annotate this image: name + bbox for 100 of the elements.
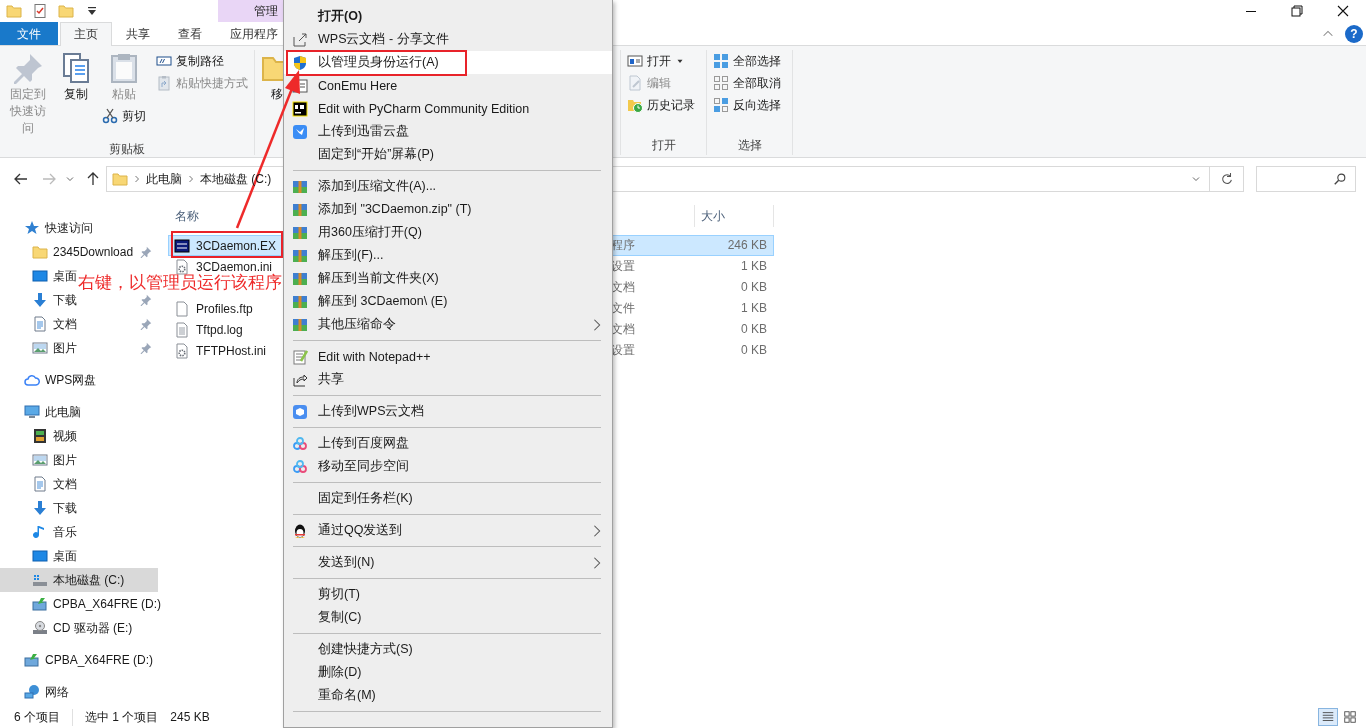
file-name[interactable]: 3CDaemon.ini — [196, 259, 273, 274]
menu-item[interactable]: 固定到任务栏(K) — [284, 487, 612, 510]
select-all-icon — [713, 53, 729, 69]
download-icon — [32, 292, 48, 308]
nav-item[interactable]: 图片 — [0, 448, 79, 472]
nav-item[interactable]: CD 驱动器 (E:) — [0, 616, 135, 640]
nav-item[interactable]: 此电脑 — [0, 400, 83, 424]
settings-file-icon — [174, 342, 190, 359]
menu-item[interactable]: Edit with Notepad++ — [284, 345, 612, 368]
menu-item[interactable]: 通过QQ发送到 — [284, 519, 612, 542]
file-type: 文档 — [610, 321, 636, 338]
nav-item[interactable]: 下载 — [0, 496, 79, 520]
ribbon-button[interactable]: 历史记录 — [625, 94, 697, 116]
file-icon — [174, 300, 190, 317]
file-name[interactable]: TFTPHost.ini — [196, 343, 266, 358]
ribbon-tab[interactable]: 主页 — [60, 22, 112, 46]
nav-item[interactable]: 文档 — [0, 472, 79, 496]
refresh-button[interactable] — [1210, 166, 1244, 192]
ribbon-button[interactable]: 剪切 — [100, 105, 148, 127]
nav-item[interactable]: CPBA_X64FRE (D:) — [0, 592, 164, 616]
ribbon-tab[interactable]: 共享 — [112, 22, 164, 45]
archive-icon — [292, 293, 308, 310]
ribbon-button[interactable]: 全部选择 — [711, 50, 783, 72]
menu-item[interactable]: 固定到“开始”屏幕(P) — [284, 143, 612, 166]
nav-item[interactable]: WPS网盘 — [0, 368, 99, 392]
select-none-icon — [713, 75, 729, 91]
menu-item[interactable]: Edit with PyCharm Community Edition — [284, 97, 612, 120]
pin-icon — [12, 52, 44, 84]
file-name[interactable]: Profiles.ftp — [196, 301, 253, 316]
close-icon — [1335, 3, 1351, 19]
nav-item[interactable]: 文档 — [0, 312, 158, 336]
menu-item[interactable]: 上传到WPS云文档 — [284, 400, 612, 423]
ribbon-button[interactable]: 复制路径 — [154, 50, 250, 72]
nav-item[interactable]: 快速访问 — [0, 216, 95, 240]
penguin-icon — [292, 522, 308, 539]
scissors-icon — [102, 108, 118, 124]
menu-item[interactable]: 其他压缩命令 — [284, 313, 612, 336]
menu-item[interactable]: 解压到 3CDaemon\ (E) — [284, 290, 612, 313]
folder-icon — [58, 3, 74, 19]
nav-item[interactable]: 视频 — [0, 424, 79, 448]
ribbon-button[interactable]: 反向选择 — [711, 94, 783, 116]
image-icon — [32, 340, 48, 356]
archive-icon — [292, 247, 308, 264]
menu-item[interactable]: 上传到迅雷云盘 — [284, 120, 612, 143]
ribbon-button[interactable]: 打开 — [625, 50, 697, 72]
file-size: 0 KB — [740, 321, 768, 338]
notepad-icon — [292, 348, 308, 365]
shortcut-icon — [156, 75, 172, 91]
view-button[interactable] — [1318, 708, 1338, 726]
file-size: 1 KB — [740, 300, 768, 317]
menu-item[interactable]: 重命名(M) — [284, 684, 612, 707]
menu-item[interactable]: 复制(C) — [284, 606, 612, 629]
rings-icon — [292, 458, 308, 475]
nav-item[interactable]: 桌面 — [0, 264, 79, 288]
nav-item[interactable]: 网络 — [0, 680, 71, 704]
details-view-icon — [1321, 710, 1335, 724]
drive-icon — [24, 652, 40, 668]
menu-item[interactable]: 以管理员身份运行(A) — [284, 51, 612, 74]
document-icon — [32, 316, 48, 332]
nav-item[interactable]: 2345Download — [0, 240, 158, 264]
column-header[interactable]: 大小 — [694, 205, 774, 227]
text-file-icon — [174, 321, 190, 338]
archive-icon — [292, 178, 308, 195]
nav-item[interactable]: 图片 — [0, 336, 158, 360]
archive-icon — [292, 201, 308, 218]
cube-icon — [292, 403, 308, 420]
annotation-text: 右键，以管理员运行该程序 — [78, 274, 282, 291]
menu-item[interactable]: 上传到百度网盘 — [284, 432, 612, 455]
breadcrumb[interactable]: 此电脑 — [146, 170, 182, 188]
file-type: 文件 — [610, 300, 636, 317]
nav-item[interactable]: 桌面 — [0, 544, 79, 568]
help-button[interactable]: ? — [1345, 24, 1363, 43]
file-name[interactable]: Tftpd.log — [196, 322, 243, 337]
menu-item[interactable]: 创建快捷方式(S) — [284, 638, 612, 661]
menu-item[interactable]: 解压到(F)... — [284, 244, 612, 267]
nav-item[interactable]: 音乐 — [0, 520, 79, 544]
menu-item[interactable]: 共享 — [284, 368, 612, 391]
ribbon-tab[interactable]: 文件 — [0, 22, 58, 45]
drive-icon — [32, 596, 48, 612]
nav-item[interactable]: 本地磁盘 (C:) — [0, 568, 158, 592]
film-icon — [32, 428, 48, 444]
invert-selection-icon — [713, 97, 729, 113]
menu-item[interactable]: 删除(D) — [284, 661, 612, 684]
menu-item[interactable]: 添加到 "3CDaemon.zip" (T) — [284, 198, 612, 221]
menu-item[interactable]: 用360压缩打开(Q) — [284, 221, 612, 244]
ribbon-button[interactable]: 全部取消 — [711, 72, 783, 94]
file-name: 3CDaemon.EX — [196, 238, 277, 253]
desktop-icon — [32, 548, 48, 564]
file-size: 0 KB — [740, 342, 768, 359]
ribbon-tab[interactable]: 查看 — [164, 22, 216, 45]
ribbon-button[interactable]: 复制 — [58, 50, 94, 105]
cd-drive-icon — [32, 620, 48, 636]
menu-item[interactable]: 移动至同步空间 — [284, 455, 612, 478]
menu-item[interactable]: 剪切(T) — [284, 583, 612, 606]
search-field[interactable] — [1256, 166, 1356, 192]
nav-item[interactable]: CPBA_X64FRE (D:) — [0, 648, 156, 672]
menu-item[interactable]: 发送到(N) — [284, 551, 612, 574]
menu-item[interactable]: 解压到当前文件夹(X) — [284, 267, 612, 290]
archive-icon — [292, 270, 308, 287]
cloud-icon — [24, 372, 40, 388]
